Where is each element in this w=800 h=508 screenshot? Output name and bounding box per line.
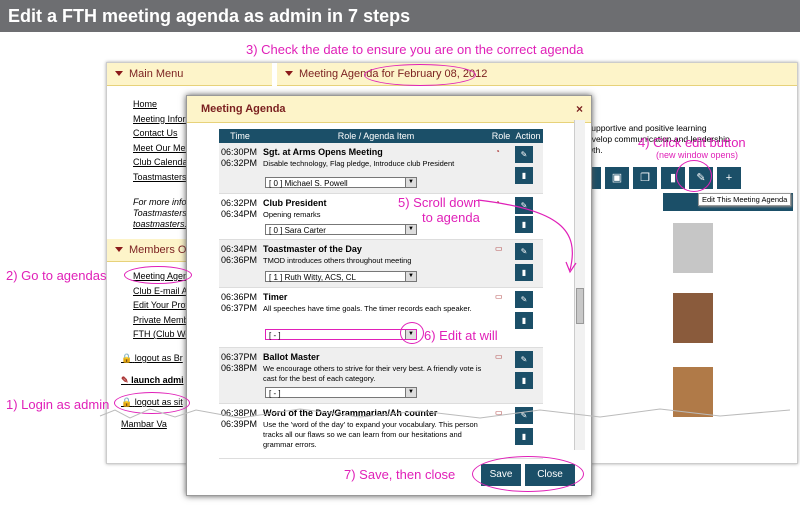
scroll-arrow [477,199,573,271]
annotation-arrows [99,199,791,419]
torn-edge [99,408,791,419]
